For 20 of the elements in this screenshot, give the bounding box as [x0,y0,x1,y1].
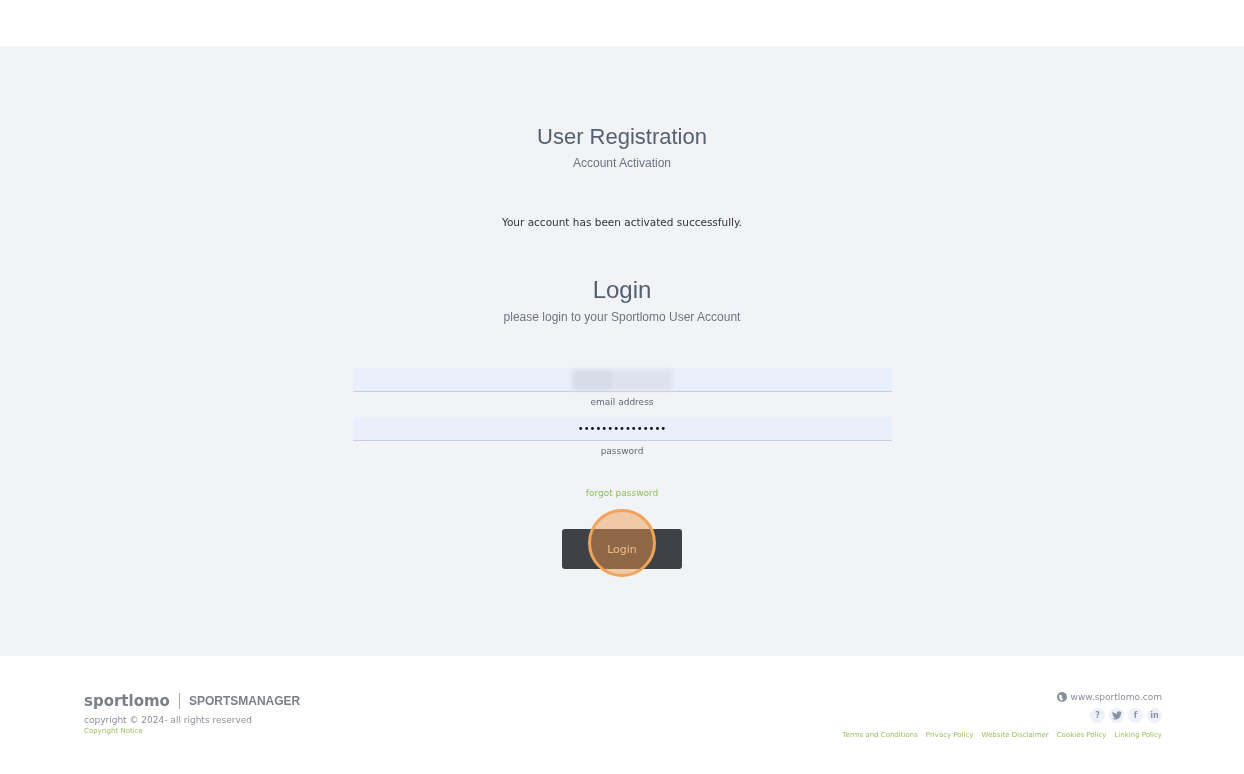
help-link[interactable]: ? [1090,708,1105,723]
globe-icon [1056,692,1067,702]
login-subtitle: please login to your Sportlomo User Account [503,310,741,324]
password-field[interactable]: ••••••••••••••• [352,417,892,441]
forgot-password-link[interactable]: forgot password [585,488,659,498]
success-message: Your account has been activated successfully. [501,216,743,228]
website-link[interactable]: www.sportlomo.com [1070,692,1162,702]
page-title: User Registration [537,124,707,150]
field-label: password [600,446,644,456]
linkedin-link[interactable]: in [1147,708,1162,723]
login-title: Login [592,276,652,304]
page-subtitle: Account Activation [572,156,672,170]
product-name: SPORTSMANAGER [188,694,301,708]
field-label: email address [590,397,654,407]
twitter-icon[interactable] [1109,708,1124,723]
brand-logo: sportlomo [84,692,170,710]
login-button[interactable]: Login [562,529,682,569]
copyright-text: copyright © 2024- all rights reserved [84,715,253,725]
email-field[interactable] [352,368,892,392]
facebook-link[interactable]: f [1128,708,1143,723]
